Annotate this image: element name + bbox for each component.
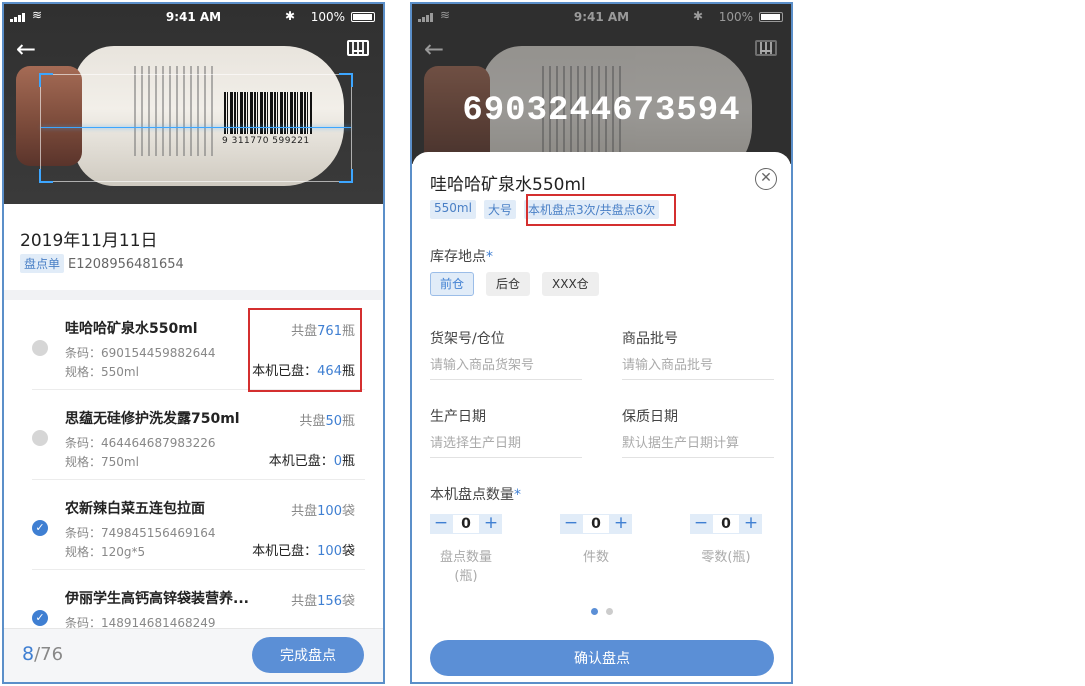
battery-percent: 100% xyxy=(310,10,345,24)
product-tag: 大号 xyxy=(483,200,516,219)
list-item[interactable]: ✓ 农新辣白菜五连包拉面 条码：749845156469164 规格：120g*5 共盘… xyxy=(4,480,383,570)
footer-bar: 8/76 完成盘点 xyxy=(4,628,383,682)
item-name: 哇哈哈矿泉水550ml xyxy=(65,321,198,337)
expiry-date-label: 保质日期 xyxy=(622,409,678,425)
progress-counter: 8/76 xyxy=(22,643,64,665)
inventory-date: 2019年11月11日 xyxy=(20,231,158,251)
item-detail-screen: ≋ 9:41 AM ✱ 100% ← 6903244673594 哇哈哈矿泉水5… xyxy=(410,2,793,684)
plus-icon[interactable]: + xyxy=(740,514,762,534)
item-total-count: 共盘156袋 xyxy=(291,594,355,609)
camera-viewfinder: 9 311770 599221 xyxy=(4,4,383,204)
item-local-count: 本机已盘：100袋 xyxy=(252,544,355,559)
location-label: 库存地点* xyxy=(430,249,493,265)
product-title: 哇哈哈矿泉水550ml xyxy=(430,175,586,195)
production-date-input[interactable]: 请选择生产日期 xyxy=(430,432,582,458)
quantity-stepper[interactable]: −0 + xyxy=(690,514,762,534)
bluetooth-icon: ✱ xyxy=(284,9,295,23)
minus-icon[interactable]: − xyxy=(430,514,452,534)
back-arrow-icon[interactable]: ← xyxy=(16,34,46,64)
location-chip[interactable]: 后仓 xyxy=(486,272,531,296)
quantity-stepper[interactable]: −0 + xyxy=(560,514,632,534)
page-indicator xyxy=(412,608,791,615)
status-bar: ≋ 9:41 AM ✱ 100% xyxy=(412,4,791,30)
keyboard-icon[interactable] xyxy=(347,40,369,56)
expiry-date-input[interactable]: 默认据生产日期计算 xyxy=(622,432,774,458)
quantity-label: 本机盘点数量* xyxy=(430,487,521,503)
item-name: 农新辣白菜五连包拉面 xyxy=(65,501,205,517)
location-chip[interactable]: XXX仓 xyxy=(542,272,599,296)
scan-frame xyxy=(39,73,353,183)
list-item[interactable]: 思蕴无硅修护洗发露750ml 条码：464464687983226 规格：750ml… xyxy=(4,390,383,480)
stepper-label: 零数(瓶) xyxy=(701,550,751,565)
doc-row: 盘点单 E1208956481654 xyxy=(20,254,184,273)
stepper-value[interactable]: 0 xyxy=(452,514,480,534)
production-date-label: 生产日期 xyxy=(430,409,486,425)
item-local-count: 本机已盘：0瓶 xyxy=(268,454,355,469)
stepper-value[interactable]: 0 xyxy=(582,514,610,534)
finish-inventory-button[interactable]: 完成盘点 xyxy=(252,637,364,673)
batch-input[interactable]: 请输入商品批号 xyxy=(622,354,774,380)
checked-circle-icon[interactable]: ✓ xyxy=(32,610,48,626)
location-chip[interactable]: 前仓 xyxy=(430,272,475,296)
item-total-count: 共盘100袋 xyxy=(291,504,355,519)
plus-icon[interactable]: + xyxy=(610,514,632,534)
minus-icon[interactable]: − xyxy=(690,514,712,534)
unchecked-circle-icon[interactable] xyxy=(32,430,48,446)
doc-tag: 盘点单 xyxy=(20,254,65,273)
unchecked-circle-icon[interactable] xyxy=(32,340,48,356)
item-name: 伊丽学生高钙高锌袋装营养... xyxy=(65,591,249,607)
highlight-box-count-summary xyxy=(526,194,676,226)
product-tag: 550ml xyxy=(430,200,476,219)
doc-number: E1208956481654 xyxy=(68,257,184,272)
shelf-label: 货架号/仓位 xyxy=(430,331,505,347)
bluetooth-icon: ✱ xyxy=(692,9,703,23)
scan-line xyxy=(41,127,351,128)
quantity-stepper[interactable]: −0 + xyxy=(430,514,502,534)
battery-percent: 100% xyxy=(718,10,753,24)
close-icon[interactable]: ✕ xyxy=(755,168,777,190)
item-name: 思蕴无硅修护洗发露750ml xyxy=(65,411,240,427)
status-bar: ≋ 9:41 AM ✱ 100% xyxy=(4,4,383,30)
keyboard-icon[interactable] xyxy=(755,40,777,56)
item-spec: 规格：550ml xyxy=(65,365,139,379)
item-barcode: 条码：749845156469164 xyxy=(65,526,216,540)
highlight-box-counts xyxy=(248,308,362,392)
shelf-input[interactable]: 请输入商品货架号 xyxy=(430,354,582,380)
page-dot xyxy=(590,608,598,615)
batch-label: 商品批号 xyxy=(622,331,678,347)
item-spec: 规格：750ml xyxy=(65,455,139,469)
stepper-value[interactable]: 0 xyxy=(712,514,740,534)
item-barcode: 条码：690154459882644 xyxy=(65,346,216,360)
battery-icon xyxy=(759,12,783,22)
page-dot xyxy=(605,608,613,615)
item-barcode: 条码：464464687983226 xyxy=(65,436,216,450)
checked-circle-icon[interactable]: ✓ xyxy=(32,520,48,536)
battery-icon xyxy=(351,12,375,22)
detail-sheet: 哇哈哈矿泉水550ml ✕ 550ml 大号 本机盘点3次/共盘点6次 库存地点* … xyxy=(412,152,791,682)
stepper-label: 盘点数量(瓶) xyxy=(439,550,492,584)
stepper-label: 件数 xyxy=(582,550,609,565)
item-spec: 规格：120g*5 xyxy=(65,545,146,559)
minus-icon[interactable]: − xyxy=(560,514,582,534)
scanned-code: 6903244673594 xyxy=(462,92,741,130)
back-arrow-icon[interactable]: ← xyxy=(424,34,454,64)
item-total-count: 共盘50瓶 xyxy=(299,414,355,429)
scan-list-screen: 9 311770 599221 ≋ 9:41 AM ✱ 100% ← 2019年… xyxy=(2,2,385,684)
confirm-inventory-button[interactable]: 确认盘点 xyxy=(430,640,774,676)
plus-icon[interactable]: + xyxy=(480,514,502,534)
